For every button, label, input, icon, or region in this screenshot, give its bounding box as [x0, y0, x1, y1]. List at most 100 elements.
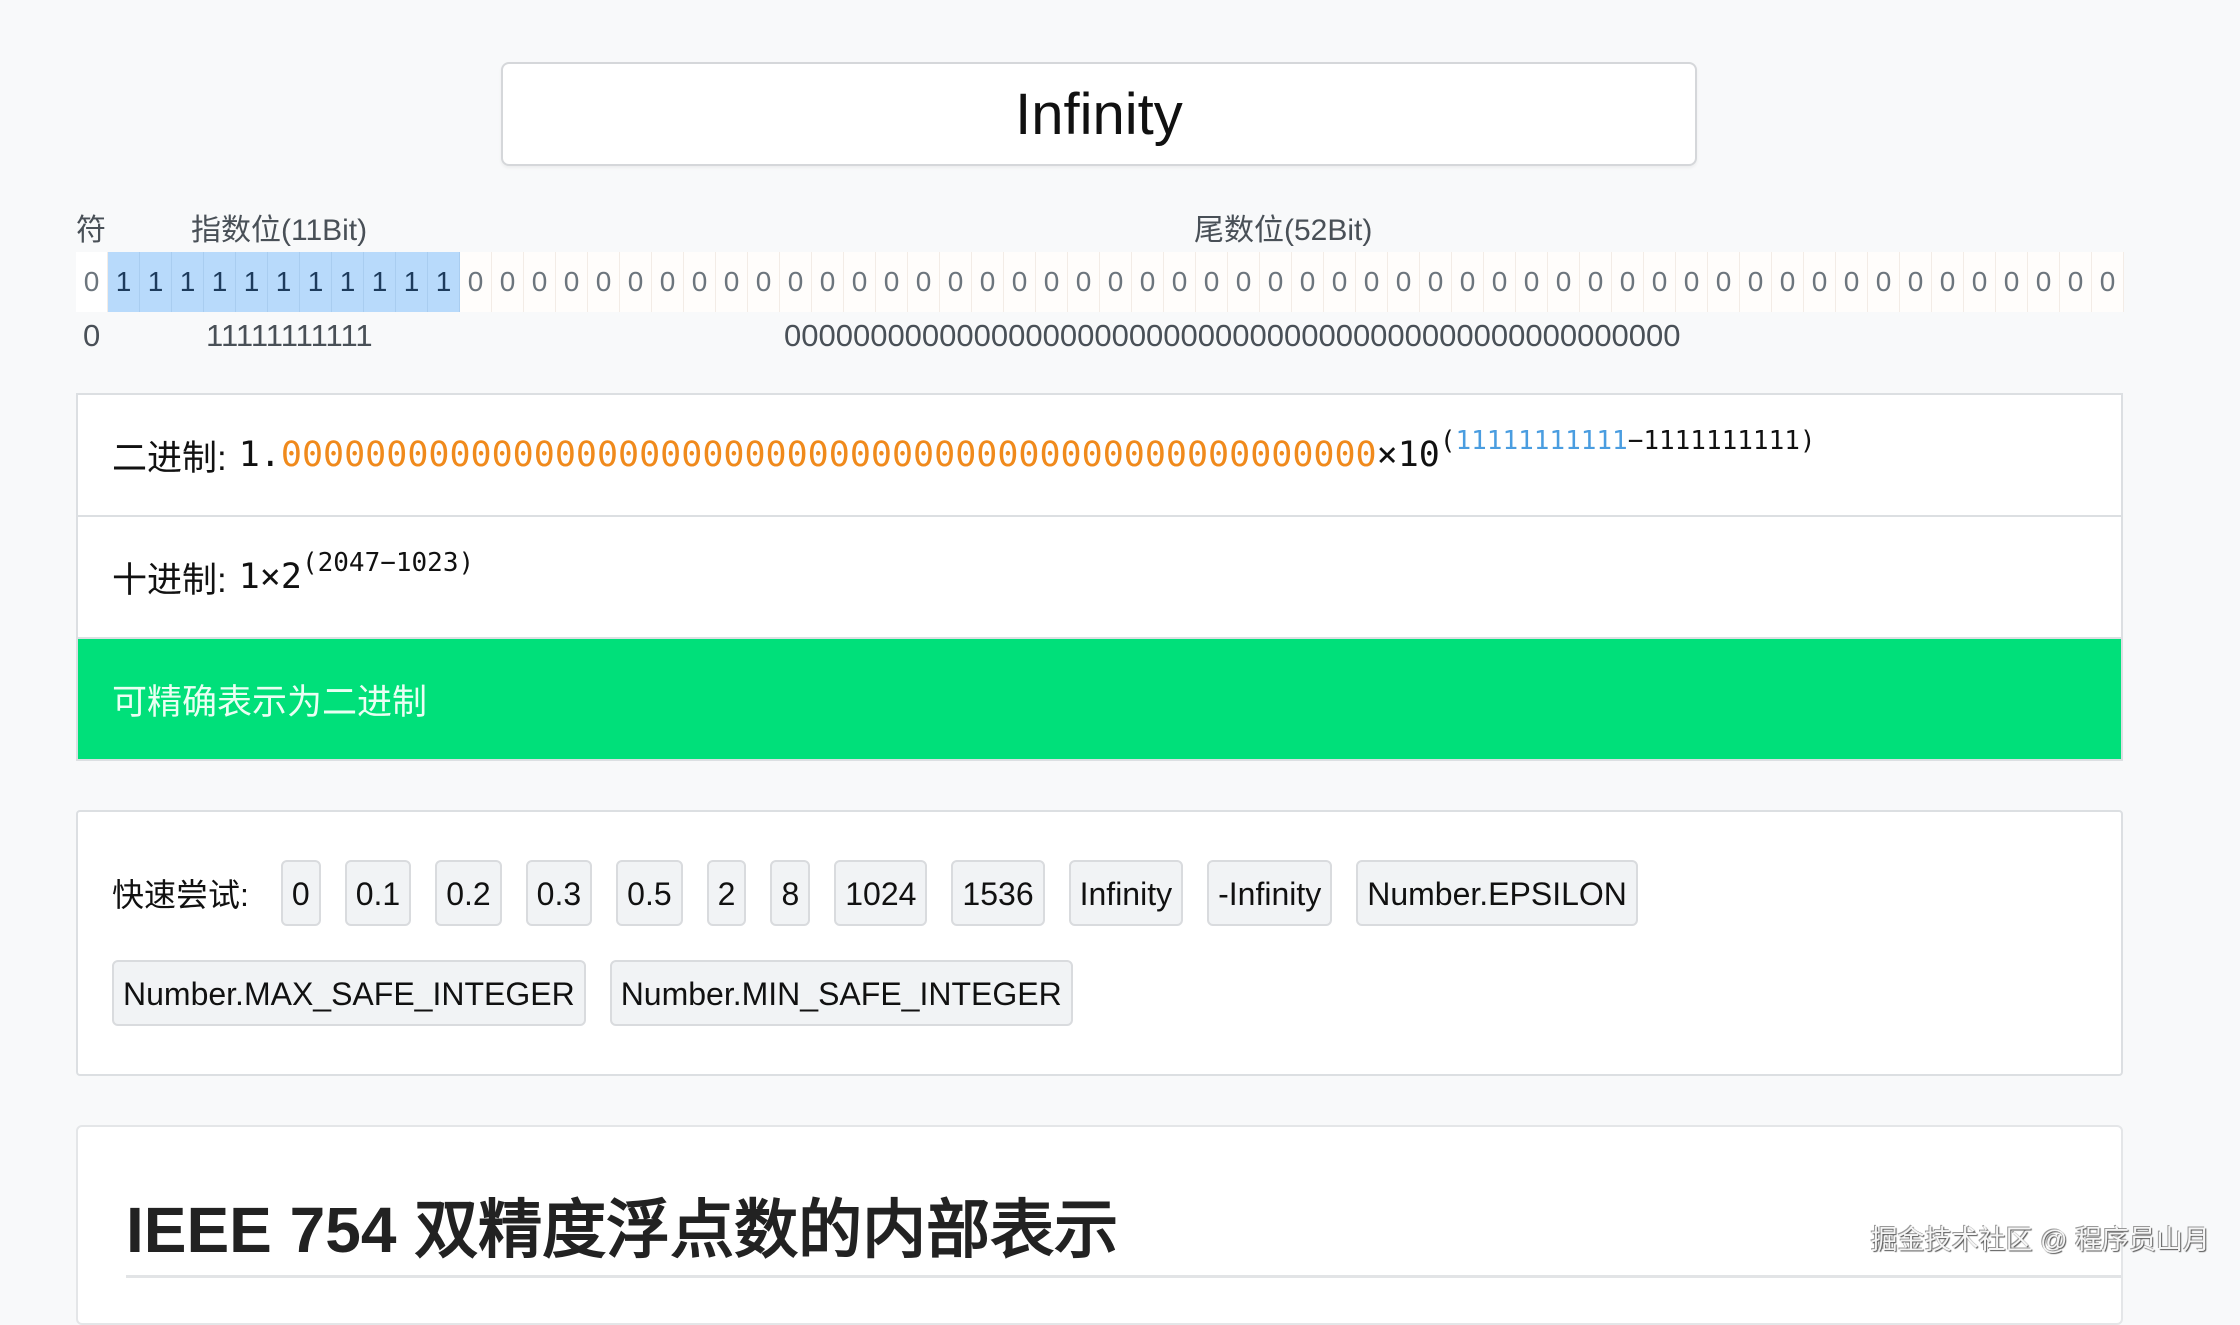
mantissa-bit[interactable]: 0 [1004, 252, 1036, 312]
mantissa-bit[interactable]: 0 [652, 252, 684, 312]
exponent-bit[interactable]: 1 [108, 252, 140, 312]
mantissa-bit[interactable]: 0 [1932, 252, 1964, 312]
mantissa-bit[interactable]: 0 [1708, 252, 1740, 312]
status-banner: 可精确表示为二进制 [78, 639, 2121, 759]
mantissa-bit[interactable]: 0 [972, 252, 1004, 312]
mantissa-bit[interactable]: 0 [1132, 252, 1164, 312]
mantissa-bit[interactable]: 0 [2028, 252, 2060, 312]
mantissa-bit[interactable]: 0 [1228, 252, 1260, 312]
quick-try-button[interactable]: 0.2 [435, 860, 502, 926]
mantissa-bit[interactable]: 0 [1548, 252, 1580, 312]
info-card: IEEE 754 双精度浮点数的内部表示 [76, 1125, 2123, 1325]
exponent-bit[interactable]: 1 [300, 252, 332, 312]
mantissa-bit[interactable]: 0 [1324, 252, 1356, 312]
mantissa-bit[interactable]: 0 [1900, 252, 1932, 312]
mantissa-bit[interactable]: 0 [556, 252, 588, 312]
exponent-bit[interactable]: 1 [396, 252, 428, 312]
mantissa-bit[interactable]: 0 [492, 252, 524, 312]
mantissa-bit[interactable]: 0 [1996, 252, 2028, 312]
sign-bit[interactable]: 0 [76, 252, 108, 312]
exponent-bit[interactable]: 1 [428, 252, 460, 312]
quick-try-button[interactable]: Number.MAX_SAFE_INTEGER [112, 960, 586, 1026]
status-text: 可精确表示为二进制 [112, 682, 428, 722]
quick-try-button[interactable]: 1024 [834, 860, 928, 926]
exponent-bit[interactable]: 1 [236, 252, 268, 312]
binary-fraction: 0000000000000000000000000000000000000000… [280, 435, 1377, 475]
exp-rest: −1111111111) [1627, 426, 1816, 456]
quick-try-row-1: 快速尝试: 0 0.1 0.2 0.3 0.5 2 8 1024 1536 Infinity -In… [112, 860, 1662, 926]
mantissa-bit[interactable]: 0 [1676, 252, 1708, 312]
exponent-bit[interactable]: 1 [172, 252, 204, 312]
exp-open: ( [1439, 426, 1456, 456]
mantissa-bit[interactable]: 0 [812, 252, 844, 312]
quick-try-button[interactable]: Number.EPSILON [1356, 860, 1638, 926]
mantissa-bit[interactable]: 0 [1484, 252, 1516, 312]
mantissa-bit[interactable]: 0 [1420, 252, 1452, 312]
mantissa-bit[interactable]: 0 [780, 252, 812, 312]
mantissa-bit[interactable]: 0 [1612, 252, 1644, 312]
mantissa-bit[interactable]: 0 [1388, 252, 1420, 312]
mantissa-bit[interactable]: 0 [1516, 252, 1548, 312]
exponent-bit[interactable]: 1 [140, 252, 172, 312]
sign-summary: 0 [83, 318, 101, 353]
quick-try-button[interactable]: Number.MIN_SAFE_INTEGER [609, 960, 1073, 1026]
mantissa-bit[interactable]: 0 [716, 252, 748, 312]
number-input[interactable] [501, 62, 1697, 166]
exponent-bit[interactable]: 1 [204, 252, 236, 312]
mantissa-bit[interactable]: 0 [1164, 252, 1196, 312]
quick-try-button[interactable]: 0 [280, 860, 321, 926]
mantissa-bit[interactable]: 0 [1868, 252, 1900, 312]
mantissa-bit[interactable]: 0 [1836, 252, 1868, 312]
mantissa-bit[interactable]: 0 [876, 252, 908, 312]
mantissa-bit[interactable]: 0 [1580, 252, 1612, 312]
mantissa-bit[interactable]: 0 [1740, 252, 1772, 312]
quick-try-button[interactable]: 0.5 [616, 860, 683, 926]
mantissa-bit[interactable]: 0 [588, 252, 620, 312]
quick-try-panel: 快速尝试: 0 0.1 0.2 0.3 0.5 2 8 1024 1536 Infinity -In… [76, 810, 2123, 1076]
mantissa-bit[interactable]: 0 [1964, 252, 1996, 312]
quick-try-button[interactable]: 0.1 [344, 860, 412, 926]
quick-try-button[interactable]: 2 [706, 860, 747, 926]
mantissa-bit[interactable]: 0 [620, 252, 652, 312]
mantissa-bit[interactable]: 0 [2060, 252, 2092, 312]
mantissa-bit[interactable]: 0 [748, 252, 780, 312]
exponent-bit[interactable]: 1 [364, 252, 396, 312]
divider [126, 1275, 2121, 1278]
mantissa-bit[interactable]: 0 [1292, 252, 1324, 312]
mantissa-bit[interactable]: 0 [1196, 252, 1228, 312]
quick-try-row-2: Number.MAX_SAFE_INTEGER Number.MIN_SAFE_I… [112, 960, 1097, 1026]
mantissa-bit[interactable]: 0 [1260, 252, 1292, 312]
mantissa-summary: 0000000000000000000000000000000000000000… [784, 318, 1681, 353]
mantissa-bit[interactable]: 0 [908, 252, 940, 312]
quick-try-button[interactable]: 8 [770, 860, 811, 926]
mantissa-bit[interactable]: 0 [1804, 252, 1836, 312]
mantissa-bit[interactable]: 0 [940, 252, 972, 312]
exponent-bit[interactable]: 1 [268, 252, 300, 312]
decimal-label: 十进制: [112, 560, 227, 600]
mantissa-bit[interactable]: 0 [1452, 252, 1484, 312]
result-panel: 二进制: 1. 00000000000000000000000000000000… [76, 393, 2123, 761]
mantissa-bit[interactable]: 0 [524, 252, 556, 312]
exp-stored: 11111111111 [1455, 426, 1628, 456]
binary-row: 二进制: 1. 00000000000000000000000000000000… [78, 395, 2121, 517]
sign-label: 符 [76, 214, 106, 247]
binary-exponent: (11111111111−1111111111) [1440, 426, 1816, 456]
section-heading: IEEE 754 双精度浮点数的内部表示 [126, 1194, 1119, 1266]
mantissa-bit[interactable]: 0 [1356, 252, 1388, 312]
mantissa-bit[interactable]: 0 [1644, 252, 1676, 312]
mantissa-bit[interactable]: 0 [2092, 252, 2124, 312]
mantissa-bit[interactable]: 0 [1036, 252, 1068, 312]
quick-try-button[interactable]: Infinity [1068, 860, 1184, 926]
mantissa-bit[interactable]: 0 [1100, 252, 1132, 312]
mantissa-bit[interactable]: 0 [684, 252, 716, 312]
mantissa-bit[interactable]: 0 [1068, 252, 1100, 312]
decimal-exponent: (2047−1023) [301, 548, 475, 578]
mantissa-bit[interactable]: 0 [1772, 252, 1804, 312]
quick-try-button[interactable]: -Infinity [1207, 860, 1333, 926]
mantissa-bit[interactable]: 0 [460, 252, 492, 312]
exponent-summary: 11111111111 [206, 318, 373, 353]
quick-try-button[interactable]: 0.3 [525, 860, 593, 926]
quick-try-button[interactable]: 1536 [951, 860, 1045, 926]
mantissa-bit[interactable]: 0 [844, 252, 876, 312]
exponent-bit[interactable]: 1 [332, 252, 364, 312]
